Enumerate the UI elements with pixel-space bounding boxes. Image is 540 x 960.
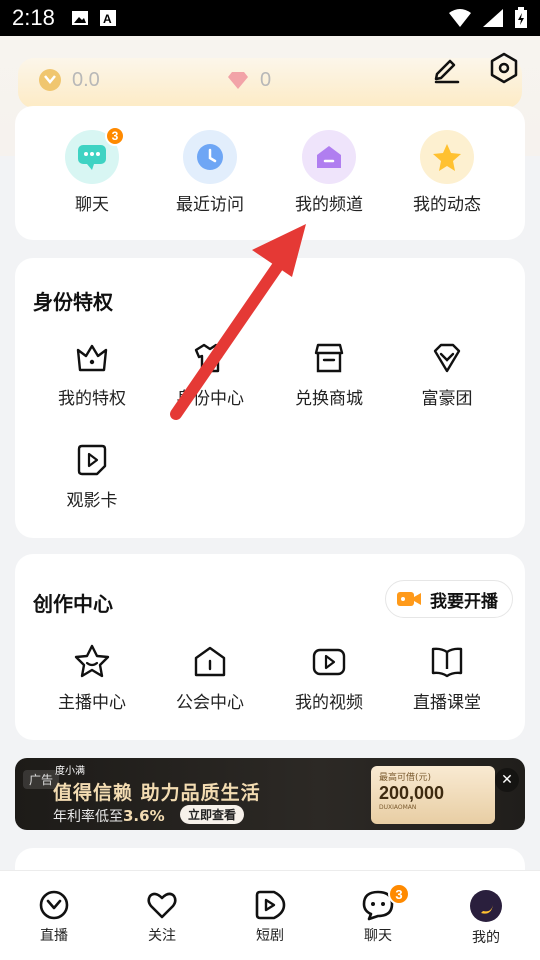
- creation-anchor[interactable]: 主播中心: [32, 642, 152, 713]
- ad-banner[interactable]: 广告 度小满 值得信赖 助力品质生活 年利率低至3.6% 立即查看 最高可借(元…: [15, 758, 525, 830]
- identity-privilege[interactable]: 我的特权: [32, 338, 152, 409]
- quick-channel[interactable]: 我的频道: [269, 130, 389, 215]
- quick-moments-label: 我的动态: [413, 195, 481, 215]
- bottom-nav: 直播 关注 短剧 3 聊天 我的: [0, 870, 540, 960]
- gem-icon: [433, 343, 461, 373]
- settings-icon[interactable]: [488, 52, 520, 84]
- star-outline-icon: [74, 644, 110, 678]
- book-icon: [431, 647, 463, 678]
- close-icon: ✕: [501, 772, 513, 788]
- coin-icon: [39, 69, 61, 91]
- recent-circle: [183, 130, 237, 184]
- identity-center[interactable]: 身份中心: [150, 338, 270, 409]
- quick-chat-label: 聊天: [75, 195, 109, 215]
- star-icon: [433, 144, 461, 171]
- font-icon: A: [99, 10, 116, 26]
- gallery-icon: [71, 11, 88, 25]
- ad-amount: 200,000: [379, 783, 445, 803]
- svg-text:A: A: [103, 12, 112, 26]
- crown-icon: [76, 344, 108, 372]
- identity-center-label: 身份中心: [176, 389, 244, 409]
- channel-home-icon: [317, 146, 341, 168]
- start-live-label: 我要开播: [430, 591, 498, 612]
- creation-classroom-label: 直播课堂: [413, 693, 481, 713]
- store-icon: [314, 343, 344, 373]
- ad-rate: 3.6%: [123, 807, 165, 825]
- ad-sub-prefix: 年利率低至: [53, 809, 123, 825]
- ad-title: 值得信赖 助力品质生活: [53, 782, 261, 804]
- shirt-icon: [194, 343, 226, 373]
- ad-close-button[interactable]: ✕: [495, 768, 519, 792]
- quick-chat[interactable]: 3 聊天: [32, 126, 152, 215]
- quick-channel-label: 我的频道: [295, 195, 363, 215]
- live-icon: [39, 890, 69, 920]
- ad-subtitle: 年利率低至3.6%: [53, 806, 165, 826]
- coin-balance[interactable]: 0.0: [38, 68, 100, 92]
- identity-title: 身份特权: [33, 290, 113, 314]
- diamond-balance[interactable]: 0: [226, 68, 271, 92]
- nav-follow[interactable]: 关注: [108, 889, 216, 945]
- house-icon: [194, 646, 226, 677]
- identity-card: 身份特权 我的特权 身份中心 兑换商城 富豪团 观影卡: [15, 258, 525, 538]
- ad-card-en: DUXIAOMAN: [379, 804, 417, 811]
- quick-recent-label: 最近访问: [176, 195, 244, 215]
- creation-classroom[interactable]: 直播课堂: [387, 642, 507, 713]
- nav-chat[interactable]: 3 聊天: [324, 883, 432, 945]
- camera-icon: [397, 592, 421, 606]
- identity-movie-card[interactable]: 观影卡: [32, 440, 152, 511]
- clock-icon: [197, 144, 223, 170]
- nav-short-drama[interactable]: 短剧: [216, 889, 324, 945]
- quick-moments[interactable]: 我的动态: [387, 130, 507, 215]
- creation-anchor-label: 主播中心: [58, 693, 126, 713]
- moments-circle: [420, 130, 474, 184]
- quick-recent[interactable]: 最近访问: [150, 130, 270, 215]
- status-time: 2:18: [12, 5, 55, 30]
- creation-title: 创作中心: [33, 592, 113, 616]
- creation-guild[interactable]: 公会中心: [150, 642, 270, 713]
- coin-value: 0.0: [72, 68, 100, 91]
- play-icon: [255, 890, 286, 920]
- ad-brand: 度小满: [55, 766, 85, 777]
- chat-circle: 3: [65, 126, 125, 184]
- signal-icon: [483, 9, 503, 27]
- nav-follow-label: 关注: [148, 928, 176, 944]
- nav-live-label: 直播: [40, 928, 68, 944]
- creation-videos[interactable]: 我的视频: [269, 642, 389, 713]
- identity-privilege-label: 我的特权: [58, 389, 126, 409]
- play-card-icon: [77, 444, 107, 476]
- identity-tycoon[interactable]: 富豪团: [387, 338, 507, 409]
- nav-short-drama-label: 短剧: [256, 928, 284, 944]
- quick-actions-card: 3 聊天 最近访问 我的频道 我的动态: [15, 106, 525, 240]
- avatar: [470, 890, 502, 922]
- diamond-icon: [228, 72, 248, 89]
- nav-chat-label: 聊天: [364, 928, 392, 944]
- diamond-value: 0: [260, 68, 272, 91]
- nav-live[interactable]: 直播: [0, 889, 108, 945]
- identity-tycoon-label: 富豪团: [421, 389, 473, 409]
- identity-mall[interactable]: 兑换商城: [269, 338, 389, 409]
- edit-icon[interactable]: [430, 52, 462, 84]
- identity-mall-label: 兑换商城: [295, 389, 363, 409]
- creation-guild-label: 公会中心: [176, 693, 244, 713]
- nav-me[interactable]: 我的: [432, 889, 540, 947]
- video-icon: [312, 648, 346, 676]
- ad-loan-card: 最高可借(元) 200,000 DUXIAOMAN: [371, 766, 495, 824]
- channel-circle: [302, 130, 356, 184]
- ad-cta-button[interactable]: 立即查看: [180, 805, 245, 824]
- heart-icon: [147, 892, 177, 919]
- nav-chat-badge: 3: [388, 883, 410, 905]
- wifi-icon: [449, 9, 471, 27]
- creation-card: 创作中心 我要开播 主播中心 公会中心 我的视频 直播课堂: [15, 554, 525, 740]
- chat-badge: 3: [105, 126, 125, 146]
- nav-me-label: 我的: [472, 930, 500, 946]
- start-live-button[interactable]: 我要开播: [385, 580, 513, 618]
- battery-icon: [515, 7, 527, 28]
- ad-card-caption: 最高可借(元): [379, 773, 432, 783]
- chat-bubble-icon: [78, 145, 106, 170]
- identity-movie-card-label: 观影卡: [66, 491, 118, 511]
- creation-videos-label: 我的视频: [295, 693, 363, 713]
- status-bar: 2:18 A: [0, 0, 540, 36]
